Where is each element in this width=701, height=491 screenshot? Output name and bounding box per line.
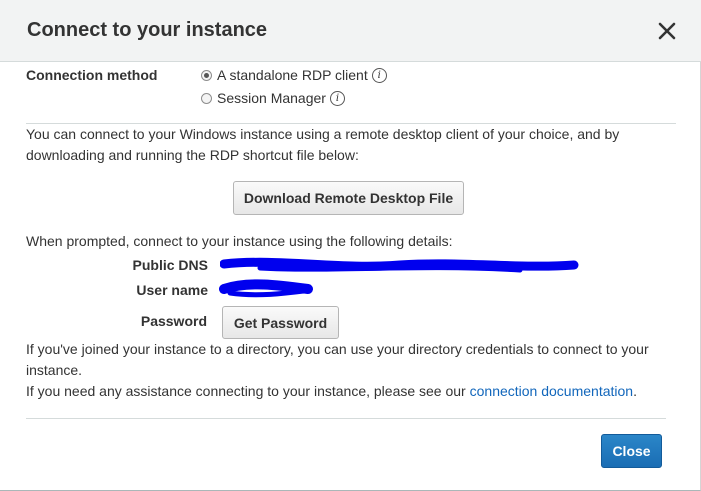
footer-divider (26, 418, 666, 419)
connection-method-label: Connection method (26, 67, 158, 83)
connect-dialog: Connect to your instance Connection meth… (0, 0, 701, 491)
get-password-button[interactable]: Get Password (222, 306, 339, 339)
directory-note: If you've joined your instance to a dire… (26, 341, 649, 378)
assistance-suffix: . (633, 383, 637, 399)
dialog-header: Connect to your instance (0, 0, 701, 62)
close-icon[interactable] (654, 18, 680, 44)
radio-standalone-rdp[interactable]: A standalone RDP client i (201, 65, 387, 85)
close-button[interactable]: Close (601, 434, 662, 468)
radio-label: A standalone RDP client (217, 67, 368, 83)
intro-text: You can connect to your Windows instance… (26, 126, 620, 163)
redacted-public-dns (220, 257, 579, 273)
radio-session-manager[interactable]: Session Manager i (201, 88, 345, 108)
info-icon[interactable]: i (371, 67, 387, 83)
radio-button[interactable] (201, 92, 212, 104)
assistance-prefix: If you need any assistance connecting to… (26, 383, 466, 399)
user-name-label: User name (136, 282, 208, 298)
connection-documentation-link[interactable]: connection documentation (470, 383, 633, 399)
details-prompt: When prompted, connect to your instance … (26, 233, 453, 249)
assistance-text: If you need any assistance connecting to… (26, 381, 637, 402)
public-dns-label: Public DNS (132, 257, 208, 273)
download-rdp-button[interactable]: Download Remote Desktop File (233, 181, 464, 215)
radio-button-checked[interactable] (201, 69, 212, 81)
password-label: Password (140, 313, 207, 329)
radio-label: Session Manager (217, 90, 326, 106)
dialog-title: Connect to your instance (27, 19, 268, 41)
info-icon[interactable]: i (329, 90, 345, 106)
redacted-user-name (219, 279, 313, 298)
